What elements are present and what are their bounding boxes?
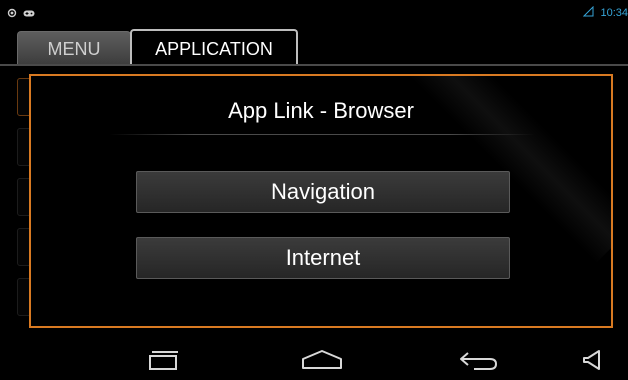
title-divider [109,134,535,135]
back-icon[interactable] [456,348,500,377]
tab-divider [0,64,628,66]
tab-menu[interactable]: MENU [17,31,131,64]
gamepad-icon [23,5,35,23]
nav-bar [0,340,628,380]
tab-bar: MENU APPLICATION [0,22,628,70]
recent-apps-icon[interactable] [146,348,182,377]
internet-button[interactable]: Internet [136,237,510,279]
status-clock: 10:34 [600,7,628,19]
home-icon[interactable] [300,348,344,377]
dialog-title: App Link - Browser [228,98,414,123]
tab-application[interactable]: APPLICATION [130,29,298,65]
status-icons-left [7,5,35,23]
app-link-dialog: App Link - Browser Navigation Internet [29,74,613,328]
signal-icon [583,4,594,22]
navigation-button[interactable]: Navigation [136,171,510,213]
location-icon [7,5,17,23]
status-bar: 10:34 [0,0,628,22]
status-icons-right: 10:34 [583,4,628,22]
volume-icon[interactable] [580,348,604,377]
